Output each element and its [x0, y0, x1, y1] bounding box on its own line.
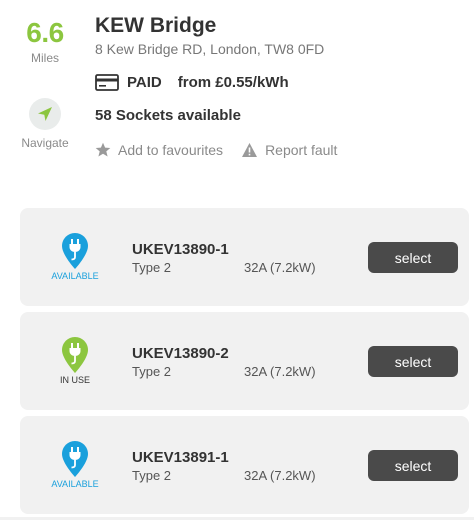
socket-power: 32A (7.2kW)	[244, 364, 316, 379]
select-button[interactable]: select	[368, 450, 458, 481]
plug-marker-icon	[62, 441, 88, 477]
credit-card-icon	[95, 73, 119, 91]
socket-status: AVAILABLE	[42, 232, 108, 281]
add-to-favourites-button[interactable]: Add to favourites	[95, 142, 223, 158]
station-title: KEW Bridge	[95, 14, 217, 37]
warning-icon	[242, 143, 258, 157]
favourites-label: Add to favourites	[118, 142, 224, 158]
payment-status: PAID	[127, 73, 162, 91]
report-fault-button[interactable]: Report fault	[241, 142, 337, 158]
socket-type: Type 2	[132, 260, 172, 275]
station-actions: Add to favourites Report fault	[95, 140, 337, 160]
station-header: 6.6 Miles Navigate KEW Bridge 8 Kew Brid…	[0, 0, 474, 200]
select-button[interactable]: select	[368, 242, 458, 273]
payment-info: PAID from £0.55/kWh	[95, 72, 289, 92]
sockets-available: 58 Sockets available	[95, 107, 241, 124]
socket-type: Type 2	[132, 364, 172, 379]
plug-marker-icon	[62, 337, 88, 373]
socket-id: UKEV13890-1	[132, 241, 229, 258]
station-address: 8 Kew Bridge RD, London, TW8 0FD	[95, 41, 325, 57]
star-icon	[95, 142, 111, 157]
socket-status-label: AVAILABLE	[51, 271, 99, 281]
report-label: Report fault	[265, 142, 338, 158]
distance: 6.6 Miles	[16, 17, 74, 66]
socket-status-label: AVAILABLE	[51, 479, 99, 489]
socket-status-label: IN USE	[59, 375, 90, 385]
navigation-arrow-icon	[38, 107, 52, 121]
distance-unit: Miles	[30, 51, 59, 65]
socket-card: IN USE UKEV13890-2 Type 2 32A (7.2kW) se…	[20, 312, 469, 410]
select-button[interactable]: select	[368, 346, 458, 377]
navigate-button[interactable]: Navigate	[16, 98, 74, 150]
socket-card: AVAILABLE UKEV13891-1 Type 2 32A (7.2kW)…	[20, 416, 469, 514]
socket-id: UKEV13891-1	[132, 449, 229, 466]
socket-type: Type 2	[132, 468, 172, 483]
distance-value: 6.6	[26, 17, 64, 48]
socket-power: 32A (7.2kW)	[244, 468, 316, 483]
socket-card: AVAILABLE UKEV13890-1 Type 2 32A (7.2kW)…	[20, 208, 469, 306]
socket-status: AVAILABLE	[42, 440, 108, 489]
navigate-label: Navigate	[21, 136, 69, 150]
socket-id: UKEV13890-2	[132, 345, 229, 362]
socket-status: IN USE	[42, 336, 108, 385]
navigate-icon-circle	[29, 98, 61, 130]
socket-power: 32A (7.2kW)	[244, 260, 316, 275]
plug-marker-icon	[62, 233, 88, 269]
price: from £0.55/kWh	[177, 73, 289, 91]
